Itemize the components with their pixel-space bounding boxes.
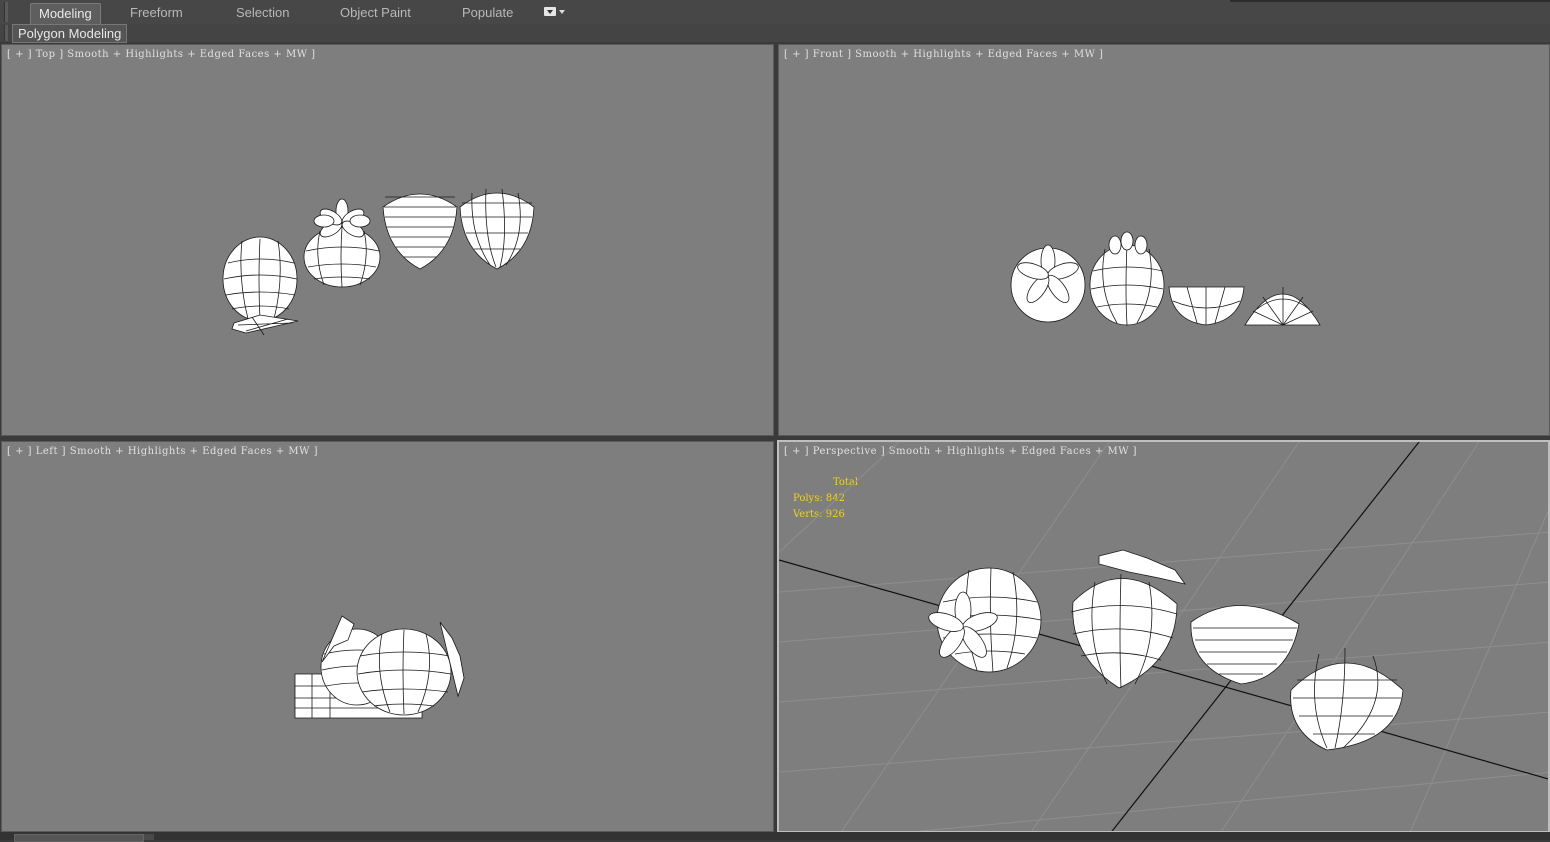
time-slider-bar (0, 832, 1550, 842)
panel-grip[interactable] (4, 25, 8, 41)
persp-mesh-2 (1070, 549, 1186, 689)
ribbon-grip[interactable] (4, 2, 8, 22)
viewport-top[interactable]: [ + ] Top ] Smooth + Highlights + Edged … (1, 44, 774, 436)
left-scene (294, 615, 465, 719)
front-mesh-3 (1168, 286, 1245, 326)
ribbon-divider (1230, 0, 1550, 2)
persp-mesh-1 (928, 567, 1042, 673)
dropdown-menu-icon[interactable] (544, 7, 565, 17)
viewport-front[interactable]: [ + ] Front ] Smooth + Highlights + Edge… (778, 44, 1550, 436)
ribbon-tabs: Modeling Freeform Selection Object Paint… (0, 0, 1550, 25)
top-scene (222, 188, 535, 336)
viewport-perspective[interactable]: [ + ] Perspective ] Smooth + Highlights … (777, 440, 1550, 833)
ribbon-panel-bar (0, 24, 1550, 42)
perspective-scene (779, 442, 1548, 831)
next-frame-button[interactable] (144, 834, 154, 840)
strawberry-mesh-1 (222, 236, 299, 336)
front-mesh-1 (1010, 244, 1086, 323)
tab-selection[interactable]: Selection (228, 3, 297, 23)
polygon-modeling-panel[interactable]: Polygon Modeling (12, 24, 128, 43)
viewport-left[interactable]: [ + ] Left ] Smooth + Highlights + Edged… (1, 441, 774, 832)
front-scene (1010, 231, 1321, 326)
front-mesh-2 (1089, 231, 1165, 326)
tab-populate[interactable]: Populate (454, 3, 521, 23)
persp-mesh-4 (1290, 647, 1404, 751)
tab-object-paint[interactable]: Object Paint (332, 3, 419, 23)
strawberry-mesh-4 (459, 188, 535, 270)
strawberry-mesh-3 (382, 193, 458, 270)
time-slider[interactable] (14, 834, 144, 842)
strawberry-mesh-2 (303, 198, 381, 288)
front-mesh-4 (1244, 287, 1321, 326)
persp-mesh-3 (1190, 605, 1300, 685)
tab-freeform[interactable]: Freeform (122, 3, 191, 23)
tab-modeling[interactable]: Modeling (30, 3, 101, 24)
